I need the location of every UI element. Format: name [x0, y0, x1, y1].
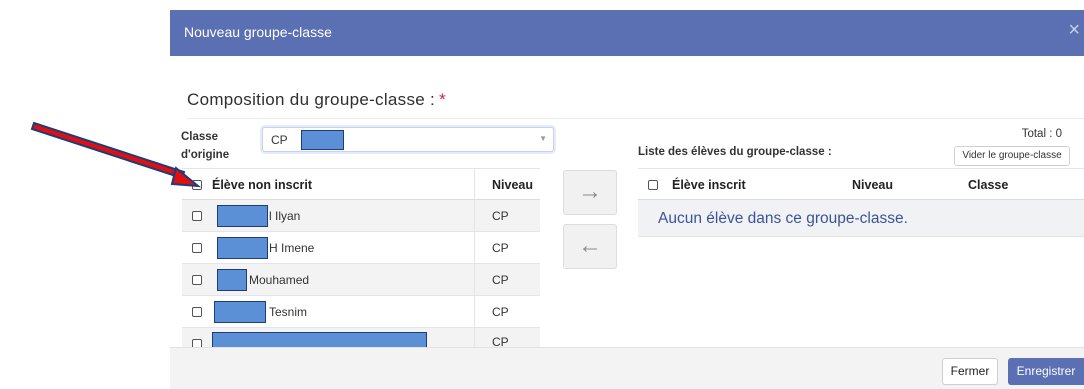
remove-from-group-button[interactable]: ← [563, 224, 617, 269]
table-row[interactable]: Tesnim CP [182, 296, 540, 328]
student-name: Mouhamed [249, 273, 310, 287]
table-row[interactable]: H Imene CP [182, 232, 540, 264]
group-list-label: Liste des élèves du groupe-classe : [638, 146, 832, 158]
table-header: Élève non inscrit Niveau [182, 168, 540, 200]
column-header-level: Niveau [852, 178, 893, 192]
student-name: Tesnim [269, 305, 308, 319]
arrow-right-icon: → [578, 178, 602, 205]
student-level: CP [492, 273, 509, 287]
table-row[interactable]: Mouhamed CP [182, 264, 540, 296]
redaction-box [217, 237, 268, 259]
table-row[interactable]: CP [182, 328, 540, 349]
redaction-box [217, 205, 268, 227]
clear-group-button[interactable]: Vider le groupe-classe [954, 146, 1070, 166]
redaction-box [301, 130, 344, 150]
add-to-group-button[interactable]: → [563, 170, 617, 215]
student-level: CP [492, 209, 509, 223]
table-row[interactable]: l Ilyan CP [182, 200, 540, 232]
column-header-student: Élève non inscrit [212, 178, 313, 192]
origin-class-value: CP [271, 133, 288, 147]
enrolled-students-table: Élève inscrit Niveau Classe Aucun élève … [638, 168, 1084, 237]
modal-footer: Fermer Enregistrer [170, 347, 1084, 389]
row-checkbox[interactable] [192, 307, 202, 317]
required-mark: * [439, 90, 446, 109]
row-checkbox[interactable] [192, 243, 202, 253]
column-divider [474, 168, 475, 358]
row-checkbox[interactable] [192, 275, 202, 285]
section-divider [187, 118, 1084, 119]
arrow-left-icon: ← [578, 232, 602, 259]
table-header: Élève inscrit Niveau Classe [638, 168, 1084, 200]
page: Nouveau groupe-classe × Composition du g… [0, 0, 1084, 389]
student-name: l Ilyan [269, 209, 301, 223]
unenrolled-students-table: Élève non inscrit Niveau l Ilyan CP H Im… [182, 168, 540, 349]
new-class-group-modal: Nouveau groupe-classe × Composition du g… [170, 10, 1084, 389]
column-header-student: Élève inscrit [672, 178, 746, 192]
modal-title: Nouveau groupe-classe [184, 24, 332, 40]
total-count: Total : 0 [1021, 128, 1062, 140]
select-all-checkbox[interactable] [192, 180, 202, 190]
student-name: H Imene [269, 241, 315, 255]
column-header-class: Classe [968, 178, 1009, 192]
select-all-checkbox[interactable] [648, 180, 658, 190]
redaction-box [214, 301, 266, 323]
modal-header: Nouveau groupe-classe × [170, 10, 1084, 56]
student-level: CP [492, 305, 509, 319]
save-button[interactable]: Enregistrer [1008, 358, 1084, 385]
row-checkbox[interactable] [192, 211, 202, 221]
composition-title-text: Composition du groupe-classe : [187, 90, 436, 109]
origin-class-select[interactable]: CP ▼ [262, 127, 554, 152]
empty-state-message: Aucun élève dans ce groupe-classe. [658, 210, 908, 227]
column-header-level: Niveau [492, 178, 533, 192]
empty-state-row: Aucun élève dans ce groupe-classe. [638, 200, 1084, 237]
close-button[interactable]: Fermer [942, 358, 998, 385]
redaction-box [212, 332, 427, 348]
redaction-box [217, 269, 247, 291]
student-level: CP [492, 241, 509, 255]
chevron-down-icon: ▼ [539, 134, 547, 143]
close-icon[interactable]: × [1068, 20, 1080, 40]
composition-title: Composition du groupe-classe : * [187, 90, 446, 110]
